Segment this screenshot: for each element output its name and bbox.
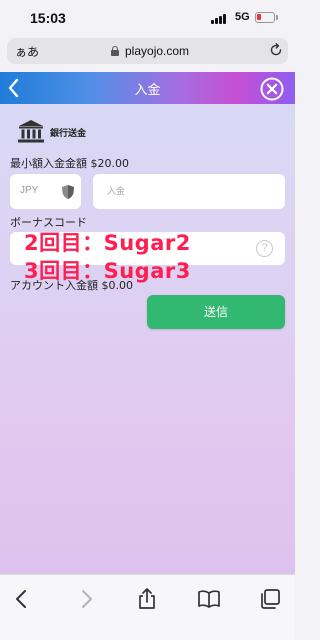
reload-icon[interactable]: [268, 42, 284, 58]
deposit-form: 銀行送金 最小額入金金額 $20.00 JPY ボーナスコード ? 2回目：Su…: [0, 104, 295, 574]
account-deposit-amount: アカウント入金額 $0.00: [10, 279, 133, 292]
shield-icon: [62, 185, 74, 199]
currency-select[interactable]: JPY: [10, 174, 81, 209]
battery-icon: [255, 12, 275, 23]
address-bar[interactable]: ぁあ playojo.com: [7, 38, 288, 64]
minimum-deposit-text: 最小額入金金額 $20.00: [10, 157, 129, 170]
payment-method-label: 銀行送金: [50, 129, 87, 139]
close-circle-icon[interactable]: [260, 77, 284, 101]
forward-icon[interactable]: [74, 587, 98, 611]
network-label: 5G: [235, 11, 250, 23]
currency-value: JPY: [20, 185, 39, 196]
submit-button[interactable]: 送信: [147, 295, 285, 329]
tabs-icon[interactable]: [258, 587, 282, 611]
help-icon[interactable]: ?: [256, 240, 273, 257]
amount-input[interactable]: [93, 174, 285, 209]
app-header: 入金: [0, 72, 295, 104]
share-icon[interactable]: [135, 587, 159, 611]
page-title: 入金: [134, 83, 161, 98]
bank-icon: [18, 120, 44, 143]
annotation-line-1: 2回目：Sugar2: [24, 231, 191, 255]
battery-tip: [276, 15, 278, 20]
text-size-button[interactable]: ぁあ: [15, 43, 39, 60]
status-bar: 15:03 5G: [0, 0, 295, 36]
browser-toolbar: [0, 574, 295, 640]
url-text[interactable]: playojo.com: [125, 44, 189, 58]
bookmarks-icon[interactable]: [197, 587, 221, 611]
status-time: 15:03: [30, 10, 66, 26]
signal-strength-icon: [211, 14, 229, 24]
lock-icon: [111, 46, 119, 56]
back-icon[interactable]: [10, 587, 34, 611]
